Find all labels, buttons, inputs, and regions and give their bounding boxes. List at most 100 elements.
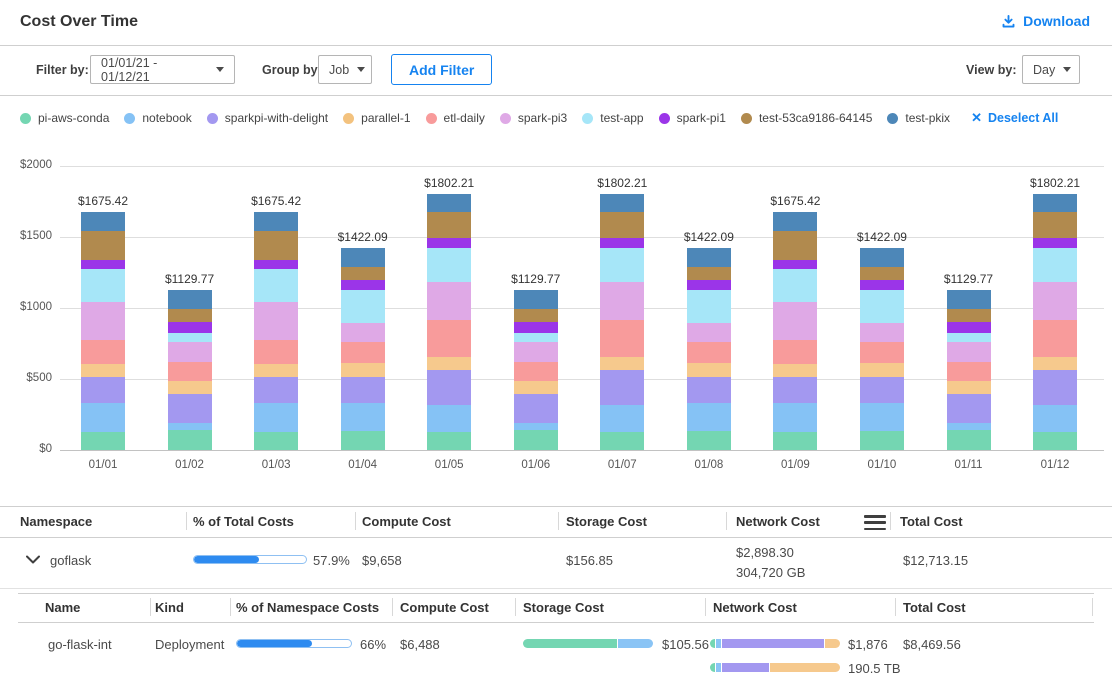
legend-item-pi-aws-conda[interactable]: pi-aws-conda xyxy=(20,111,109,125)
stacked-bar-01/09[interactable] xyxy=(773,212,817,450)
legend-item-etl-daily[interactable]: etl-daily xyxy=(426,111,485,125)
stacked-bar-01/11[interactable] xyxy=(947,290,991,450)
bar-segment-sparkpi-with-delight[interactable] xyxy=(1033,370,1077,405)
bar-segment-spark-pi3[interactable] xyxy=(1033,282,1077,320)
bar-segment-spark-pi1[interactable] xyxy=(168,322,212,333)
bar-segment-test-app[interactable] xyxy=(947,333,991,342)
bar-segment-test-pkix[interactable] xyxy=(254,212,298,231)
add-filter-button[interactable]: Add Filter xyxy=(391,54,492,85)
bar-segment-pi-aws-conda[interactable] xyxy=(687,431,731,450)
bar-segment-spark-pi3[interactable] xyxy=(514,342,558,362)
bar-segment-test-53ca9186-64145[interactable] xyxy=(514,309,558,322)
bar-segment-notebook[interactable] xyxy=(1033,405,1077,432)
download-button[interactable]: Download xyxy=(1001,13,1090,29)
bar-segment-etl-daily[interactable] xyxy=(947,362,991,382)
bar-segment-spark-pi1[interactable] xyxy=(947,322,991,333)
bar-segment-notebook[interactable] xyxy=(341,403,385,431)
stacked-bar-01/04[interactable] xyxy=(341,248,385,450)
bar-segment-etl-daily[interactable] xyxy=(860,342,904,363)
bar-segment-sparkpi-with-delight[interactable] xyxy=(687,377,731,403)
bar-segment-notebook[interactable] xyxy=(687,403,731,431)
bar-segment-etl-daily[interactable] xyxy=(81,340,125,364)
bar-segment-spark-pi3[interactable] xyxy=(427,282,471,320)
bar-segment-test-pkix[interactable] xyxy=(947,290,991,310)
bar-segment-test-53ca9186-64145[interactable] xyxy=(600,212,644,239)
bar-segment-test-app[interactable] xyxy=(773,269,817,302)
legend-item-parallel-1[interactable]: parallel-1 xyxy=(343,111,410,125)
bar-segment-test-pkix[interactable] xyxy=(1033,194,1077,212)
bar-segment-pi-aws-conda[interactable] xyxy=(254,432,298,450)
bar-segment-etl-daily[interactable] xyxy=(687,342,731,363)
bar-segment-test-app[interactable] xyxy=(168,333,212,342)
bar-segment-pi-aws-conda[interactable] xyxy=(514,430,558,450)
bar-segment-etl-daily[interactable] xyxy=(254,340,298,364)
group-by-select[interactable]: Job xyxy=(318,55,372,84)
bar-segment-parallel-1[interactable] xyxy=(773,364,817,377)
bar-segment-spark-pi3[interactable] xyxy=(860,323,904,342)
bar-segment-spark-pi3[interactable] xyxy=(81,302,125,340)
bar-segment-parallel-1[interactable] xyxy=(427,357,471,370)
bar-segment-pi-aws-conda[interactable] xyxy=(168,430,212,450)
bar-segment-parallel-1[interactable] xyxy=(254,364,298,377)
chevron-down-icon[interactable] xyxy=(26,555,40,564)
bar-segment-spark-pi1[interactable] xyxy=(514,322,558,333)
bar-segment-spark-pi1[interactable] xyxy=(773,260,817,269)
bar-segment-sparkpi-with-delight[interactable] xyxy=(81,377,125,404)
bar-segment-parallel-1[interactable] xyxy=(687,363,731,377)
bar-segment-test-app[interactable] xyxy=(81,269,125,302)
bar-segment-pi-aws-conda[interactable] xyxy=(600,432,644,450)
bar-segment-test-53ca9186-64145[interactable] xyxy=(427,212,471,239)
deselect-all-button[interactable]: ✕Deselect All xyxy=(971,110,1058,126)
bar-segment-parallel-1[interactable] xyxy=(514,381,558,394)
bar-segment-pi-aws-conda[interactable] xyxy=(947,430,991,450)
column-settings-icon[interactable] xyxy=(864,515,886,530)
bar-segment-notebook[interactable] xyxy=(600,405,644,432)
bar-segment-spark-pi3[interactable] xyxy=(341,323,385,342)
stacked-bar-01/01[interactable] xyxy=(81,212,125,450)
stacked-bar-01/07[interactable] xyxy=(600,194,644,450)
bar-segment-spark-pi3[interactable] xyxy=(254,302,298,340)
bar-segment-sparkpi-with-delight[interactable] xyxy=(427,370,471,405)
bar-segment-test-pkix[interactable] xyxy=(427,194,471,212)
bar-segment-test-53ca9186-64145[interactable] xyxy=(168,309,212,322)
bar-segment-notebook[interactable] xyxy=(81,403,125,432)
legend-item-spark-pi1[interactable]: spark-pi1 xyxy=(659,111,726,125)
stacked-bar-01/08[interactable] xyxy=(687,248,731,450)
bar-segment-spark-pi1[interactable] xyxy=(687,280,731,290)
bar-segment-pi-aws-conda[interactable] xyxy=(1033,432,1077,450)
stacked-bar-01/12[interactable] xyxy=(1033,194,1077,450)
stacked-bar-01/03[interactable] xyxy=(254,212,298,450)
bar-segment-sparkpi-with-delight[interactable] xyxy=(168,394,212,423)
bar-segment-spark-pi1[interactable] xyxy=(254,260,298,269)
bar-segment-spark-pi1[interactable] xyxy=(600,238,644,248)
bar-segment-sparkpi-with-delight[interactable] xyxy=(254,377,298,404)
bar-segment-etl-daily[interactable] xyxy=(427,320,471,357)
bar-segment-test-pkix[interactable] xyxy=(600,194,644,212)
bar-segment-test-53ca9186-64145[interactable] xyxy=(687,267,731,280)
bar-segment-sparkpi-with-delight[interactable] xyxy=(514,394,558,423)
bar-segment-spark-pi1[interactable] xyxy=(81,260,125,269)
bar-segment-test-53ca9186-64145[interactable] xyxy=(81,231,125,260)
bar-segment-test-pkix[interactable] xyxy=(514,290,558,310)
bar-segment-spark-pi1[interactable] xyxy=(341,280,385,290)
bar-segment-spark-pi1[interactable] xyxy=(860,280,904,290)
stacked-bar-01/05[interactable] xyxy=(427,194,471,450)
legend-item-test-app[interactable]: test-app xyxy=(582,111,643,125)
bar-segment-notebook[interactable] xyxy=(168,423,212,430)
bar-segment-spark-pi3[interactable] xyxy=(168,342,212,362)
bar-segment-test-53ca9186-64145[interactable] xyxy=(341,267,385,280)
bar-segment-test-53ca9186-64145[interactable] xyxy=(254,231,298,260)
date-range-select[interactable]: 01/01/21 - 01/12/21 xyxy=(90,55,235,84)
bar-segment-test-pkix[interactable] xyxy=(773,212,817,231)
legend-item-test-53ca9186-64145[interactable]: test-53ca9186-64145 xyxy=(741,111,872,125)
bar-segment-sparkpi-with-delight[interactable] xyxy=(860,377,904,403)
bar-segment-etl-daily[interactable] xyxy=(600,320,644,357)
bar-segment-pi-aws-conda[interactable] xyxy=(860,431,904,450)
bar-segment-test-53ca9186-64145[interactable] xyxy=(773,231,817,260)
legend-item-sparkpi-with-delight[interactable]: sparkpi-with-delight xyxy=(207,111,328,125)
bar-segment-notebook[interactable] xyxy=(427,405,471,432)
bar-segment-test-app[interactable] xyxy=(341,290,385,323)
bar-segment-notebook[interactable] xyxy=(514,423,558,430)
bar-segment-parallel-1[interactable] xyxy=(341,363,385,377)
bar-segment-sparkpi-with-delight[interactable] xyxy=(947,394,991,423)
